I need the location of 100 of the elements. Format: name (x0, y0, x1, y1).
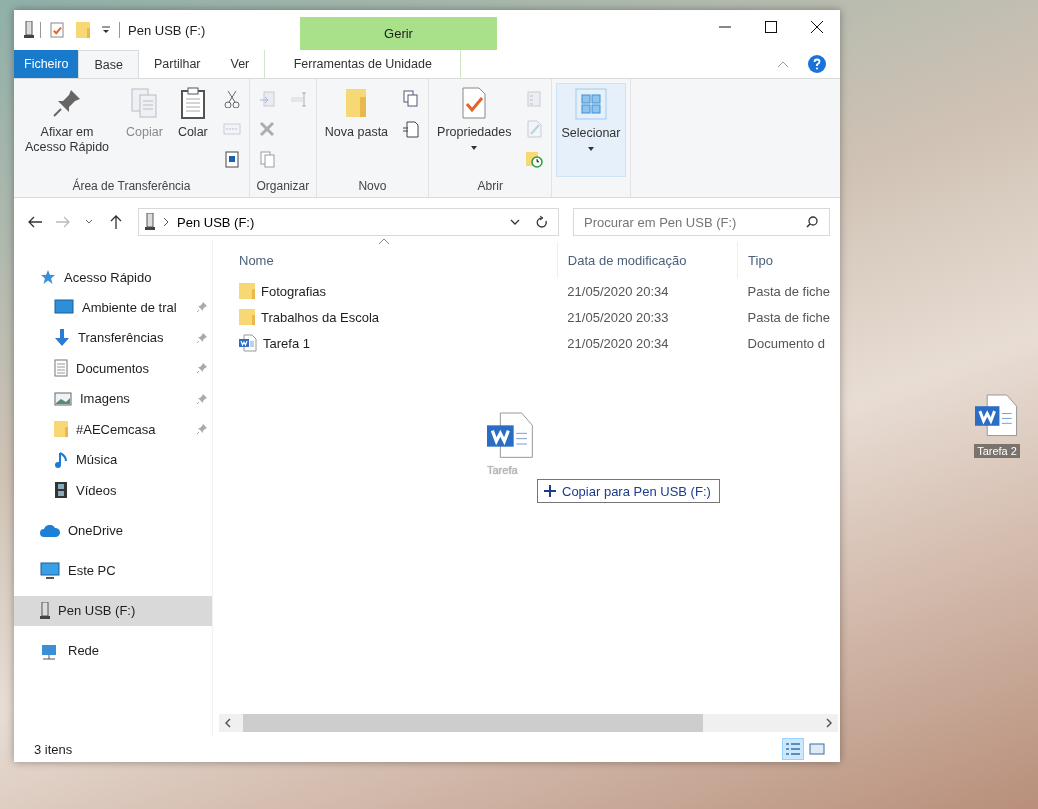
ribbon-button[interactable]: Selecionar (556, 83, 626, 177)
folder-icon (239, 282, 255, 300)
document-icon (54, 359, 68, 378)
group-label: Abrir (476, 178, 504, 195)
navigation-item[interactable]: Acesso Rápido (14, 262, 212, 292)
table-cell-text: 21/05/2020 20:34 (566, 334, 670, 353)
file-name[interactable]: Tarefa 1 (263, 335, 310, 351)
star-icon (40, 269, 56, 285)
drive-icon (145, 213, 155, 231)
group-label: Área de Transferência (71, 177, 192, 195)
horizontal-scrollbar[interactable] (219, 714, 838, 732)
open-icon (525, 90, 544, 108)
search-icon (806, 216, 818, 228)
navigation-item[interactable]: Transferências (14, 322, 212, 353)
navigation-item[interactable]: Este PC (14, 555, 212, 586)
navigation-item[interactable]: Ambiente de tral (14, 292, 212, 323)
cloud-icon (40, 524, 60, 537)
chevron-down-icon (510, 219, 520, 225)
table-cell: 21/05/2020 20:34 (557, 278, 738, 304)
help-icon (808, 55, 826, 73)
ribbon-tab[interactable]: Ver (215, 50, 265, 78)
ribbon-button[interactable]: Afixar em Acesso Rápido (18, 83, 116, 177)
breadcrumb[interactable]: Pen USB (F:) (177, 214, 255, 230)
tooltip-text: Copiar para Pen USB (F:) (562, 483, 711, 499)
copy-to-icon (257, 150, 276, 168)
navigation-item[interactable]: Música (14, 444, 212, 475)
up-arrow-icon (109, 215, 124, 229)
history-icon (525, 150, 544, 168)
ribbon-button[interactable]: Propriedades (433, 83, 516, 177)
film-icon (54, 481, 68, 500)
delete-icon (257, 120, 276, 138)
details-view-icon (785, 742, 801, 756)
move-to-icon (257, 90, 276, 108)
word-document-icon (239, 334, 257, 352)
back-arrow-icon (28, 215, 43, 229)
table-cell-text: 21/05/2020 20:33 (566, 308, 670, 327)
column-header[interactable]: Nome (229, 242, 558, 278)
plus-icon (544, 485, 556, 497)
drive-icon (40, 601, 50, 620)
table-cell: Pasta de fiche (737, 278, 840, 304)
large-icons-view-icon (809, 742, 825, 756)
new-item-icon (402, 90, 421, 108)
forward-arrow-icon (55, 215, 70, 229)
drive-icon (24, 21, 34, 39)
easy-access-icon (402, 120, 421, 138)
monitor-icon (54, 299, 74, 316)
dragged-word-document-icon (487, 412, 535, 460)
ribbon-button[interactable]: Nova pasta (320, 83, 393, 177)
table-cell-text: Pasta de fiche (746, 308, 831, 327)
dragged-file-label: Tarefa (487, 464, 518, 476)
folder-icon (76, 21, 90, 39)
close-icon (811, 21, 823, 33)
dropdown-arrow-icon (471, 146, 478, 150)
scrollbar-thumb[interactable] (243, 714, 703, 732)
ribbon-tab[interactable]: Partilhar (138, 50, 216, 78)
table-cell-text: Documento d (746, 334, 826, 353)
file-name[interactable]: Fotografias (261, 283, 327, 299)
paste-shortcut-icon (222, 150, 241, 168)
ribbon-button[interactable]: Colar (172, 83, 213, 177)
file-name[interactable]: Trabalhos da Escola (261, 309, 380, 325)
navigation-item[interactable]: Documentos (14, 353, 212, 384)
rename-icon (289, 90, 308, 108)
navigation-item[interactable]: Pen USB (F:) (14, 595, 212, 626)
group-label: Organizar (255, 178, 311, 195)
pin-icon (51, 87, 83, 119)
computer-icon (40, 561, 60, 580)
download-arrow-icon (54, 328, 70, 347)
edit-icon (525, 120, 544, 138)
dropdown-icon (102, 26, 110, 34)
navigation-item[interactable]: #AECemcasa (14, 414, 212, 445)
column-header[interactable]: Tipo (737, 242, 840, 278)
ribbon-tab[interactable]: Ferramentas de Unidade (264, 50, 462, 78)
chevron-left-icon (225, 718, 231, 728)
group-label: Novo (357, 178, 388, 195)
folder-icon (239, 308, 255, 326)
word-document-icon (975, 394, 1019, 438)
context-group-header: Gerir (300, 17, 497, 50)
sort-caret-icon (379, 238, 389, 244)
ribbon-tab[interactable]: Ficheiro (14, 50, 79, 78)
view-button[interactable] (782, 738, 804, 760)
navigation-item[interactable]: OneDrive (14, 515, 212, 546)
copy-path-icon (222, 120, 241, 138)
search-field[interactable]: Procurar em Pen USB (F:) (573, 208, 830, 236)
address-field[interactable]: Pen USB (F:) (138, 208, 559, 236)
dropdown-arrow-icon (587, 147, 594, 151)
item-count: 3 itens (34, 741, 73, 757)
navigation-item[interactable]: Imagens (14, 383, 212, 414)
picture-icon (54, 391, 72, 406)
music-note-icon (54, 450, 68, 469)
maximize-icon (765, 21, 777, 33)
chevron-right-icon (163, 218, 169, 226)
navigation-item[interactable]: Vídeos (14, 475, 212, 506)
refresh-icon (536, 215, 548, 229)
ribbon-tab[interactable]: Base (78, 50, 139, 78)
select-icon (574, 88, 607, 120)
chevron-right-icon (826, 718, 832, 728)
cut-icon (222, 90, 241, 108)
folder-icon (54, 420, 68, 439)
column-header[interactable]: Data de modificação (557, 242, 738, 278)
navigation-item[interactable]: Rede (14, 635, 212, 666)
